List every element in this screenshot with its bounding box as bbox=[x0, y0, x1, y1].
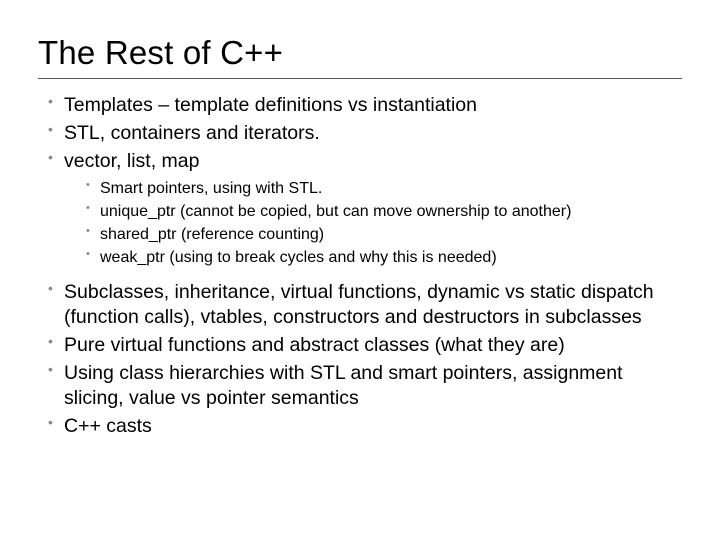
bullet-item: vector, list, map Smart pointers, using … bbox=[48, 149, 682, 268]
sub-bullet-item: Smart pointers, using with STL. bbox=[86, 178, 682, 199]
bullet-item: STL, containers and iterators. bbox=[48, 121, 682, 146]
bullet-list: Templates – template definitions vs inst… bbox=[48, 93, 682, 439]
sub-bullet-list: Smart pointers, using with STL. unique_p… bbox=[86, 178, 682, 268]
bullet-item: Subclasses, inheritance, virtual functio… bbox=[48, 280, 682, 330]
slide: The Rest of C++ Templates – template def… bbox=[0, 0, 720, 540]
bullet-item: Pure virtual functions and abstract clas… bbox=[48, 333, 682, 358]
spacer bbox=[48, 272, 682, 276]
sub-bullet-item: shared_ptr (reference counting) bbox=[86, 224, 682, 245]
sub-bullet-item: unique_ptr (cannot be copied, but can mo… bbox=[86, 201, 682, 222]
bullet-item: C++ casts bbox=[48, 414, 682, 439]
slide-title: The Rest of C++ bbox=[38, 34, 682, 72]
title-wrap: The Rest of C++ bbox=[38, 34, 682, 79]
bullet-item: Templates – template definitions vs inst… bbox=[48, 93, 682, 118]
bullet-text: vector, list, map bbox=[64, 150, 199, 172]
bullet-item: Using class hierarchies with STL and sma… bbox=[48, 361, 682, 411]
sub-bullet-item: weak_ptr (using to break cycles and why … bbox=[86, 247, 682, 268]
